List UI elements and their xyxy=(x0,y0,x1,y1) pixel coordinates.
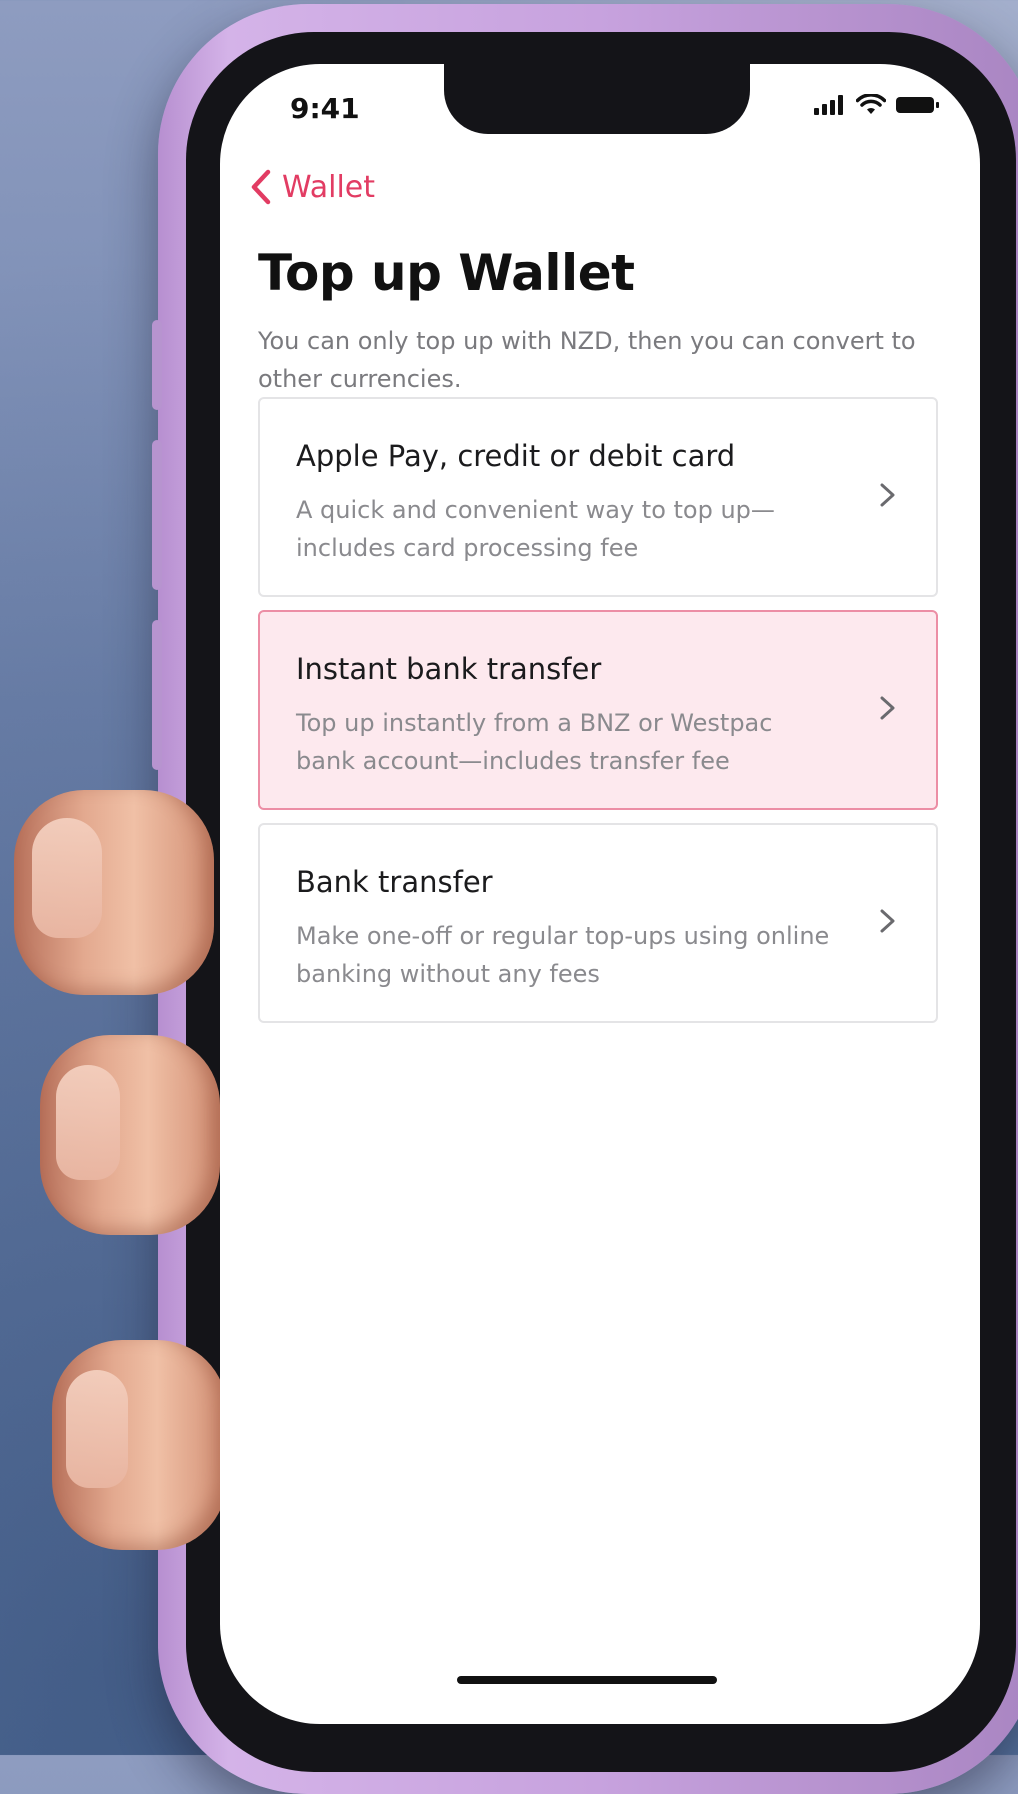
option-bank-transfer[interactable]: Bank transfer Make one-off or regular to… xyxy=(258,823,938,1023)
option-title: Bank transfer xyxy=(296,865,493,899)
finger xyxy=(40,1035,220,1235)
chevron-left-icon xyxy=(251,169,271,205)
wifi-icon xyxy=(856,94,886,114)
battery-icon xyxy=(896,97,939,113)
page-title: Top up Wallet xyxy=(258,244,635,302)
option-card-payment[interactable]: Apple Pay, credit or debit card A quick … xyxy=(258,397,938,597)
phone-screen: 9:41 Wallet Top up Wallet You can only t… xyxy=(220,64,980,1724)
option-title: Instant bank transfer xyxy=(296,652,602,686)
cellular-signal-icon xyxy=(814,95,843,115)
option-description: Top up instantly from a BNZ or Westpac b… xyxy=(296,709,773,775)
option-title: Apple Pay, credit or debit card xyxy=(296,439,736,473)
finger xyxy=(14,790,214,995)
phone-side-button xyxy=(152,320,162,410)
finger xyxy=(52,1340,227,1550)
phone-notch xyxy=(444,64,750,134)
page-subtitle: You can only top up with NZD, then you c… xyxy=(258,327,916,393)
option-description: Make one-off or regular top-ups using on… xyxy=(296,922,830,988)
phone-side-button xyxy=(152,440,162,590)
option-description: A quick and convenient way to top up—inc… xyxy=(296,496,775,562)
back-label: Wallet xyxy=(282,169,376,205)
back-button[interactable]: Wallet xyxy=(250,169,375,205)
chevron-right-icon xyxy=(880,696,895,720)
home-indicator[interactable] xyxy=(457,1676,717,1684)
chevron-right-icon xyxy=(880,483,895,507)
status-time: 9:41 xyxy=(290,92,360,125)
option-instant-bank-transfer[interactable]: Instant bank transfer Top up instantly f… xyxy=(258,610,938,810)
status-icons xyxy=(814,94,940,116)
chevron-right-icon xyxy=(880,909,895,933)
phone-side-button xyxy=(152,620,162,770)
